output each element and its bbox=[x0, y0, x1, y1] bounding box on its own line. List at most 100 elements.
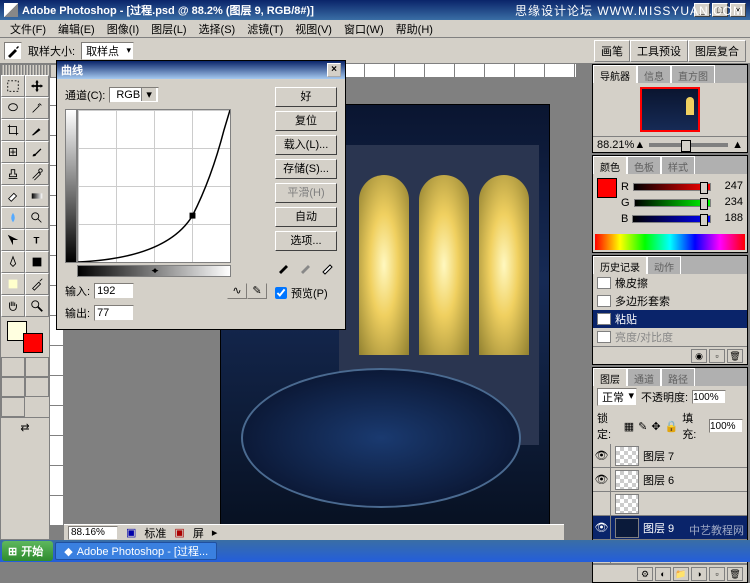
curves-output-field[interactable] bbox=[94, 305, 134, 321]
lock-all-icon[interactable]: 🔒 bbox=[665, 420, 679, 433]
visibility-icon[interactable]: 👁 bbox=[593, 516, 611, 539]
tab-info[interactable]: 信息 bbox=[637, 65, 671, 83]
tab-swatches[interactable]: 色板 bbox=[627, 156, 661, 174]
tab-channels[interactable]: 通道 bbox=[627, 368, 661, 386]
wand-tool[interactable] bbox=[25, 97, 49, 119]
screen-mode-toggle[interactable] bbox=[1, 377, 49, 417]
color-panel-swatch[interactable] bbox=[597, 178, 617, 198]
new-layer-icon[interactable]: ▫ bbox=[709, 567, 725, 581]
save-button[interactable]: 存储(S)... bbox=[275, 159, 337, 179]
eyedropper-tool[interactable] bbox=[25, 273, 49, 295]
layer-thumb[interactable] bbox=[615, 494, 639, 514]
dialog-close-button[interactable]: × bbox=[327, 63, 341, 77]
navigator-slider[interactable] bbox=[649, 143, 728, 147]
taskbar-app-button[interactable]: ◆ Adobe Photoshop - [过程... bbox=[55, 542, 217, 560]
pen-tool[interactable] bbox=[1, 251, 25, 273]
tab-actions[interactable]: 动作 bbox=[647, 256, 681, 274]
r-slider[interactable] bbox=[633, 183, 711, 191]
layer-thumb[interactable] bbox=[615, 470, 639, 490]
history-item[interactable]: 多边形套索 bbox=[593, 292, 747, 310]
well-layer-comps[interactable]: 图层复合 bbox=[688, 40, 746, 62]
layer-row[interactable] bbox=[593, 492, 747, 516]
black-point-dropper[interactable] bbox=[276, 259, 292, 275]
smooth-button[interactable]: 平滑(H) bbox=[275, 183, 337, 203]
zoom-input[interactable] bbox=[68, 526, 118, 540]
zoom-out-icon[interactable]: ▲ bbox=[634, 139, 645, 151]
type-tool[interactable]: T bbox=[25, 229, 49, 251]
trash-icon[interactable]: 🗑 bbox=[727, 567, 743, 581]
menu-edit[interactable]: 编辑(E) bbox=[52, 20, 101, 38]
menu-layer[interactable]: 图层(L) bbox=[145, 20, 192, 38]
eraser-tool[interactable] bbox=[1, 185, 25, 207]
shape-tool[interactable] bbox=[25, 251, 49, 273]
channel-dropdown[interactable]: RGB bbox=[109, 87, 159, 103]
gradient-tool[interactable] bbox=[25, 185, 49, 207]
history-item[interactable]: 橡皮擦 bbox=[593, 274, 747, 292]
lock-move-icon[interactable]: ✥ bbox=[651, 420, 660, 433]
input-gradient[interactable] bbox=[77, 265, 231, 277]
trash-icon[interactable]: 🗑 bbox=[727, 349, 743, 363]
crop-tool[interactable] bbox=[1, 119, 25, 141]
lock-paint-icon[interactable]: ✎ bbox=[638, 420, 647, 433]
toolbox-grip[interactable] bbox=[1, 65, 49, 75]
move-tool[interactable] bbox=[25, 75, 49, 97]
curve-point-tool[interactable]: ∿ bbox=[227, 283, 247, 299]
tab-navigator[interactable]: 导航器 bbox=[593, 65, 637, 83]
visibility-icon[interactable] bbox=[593, 492, 611, 515]
well-tool-presets[interactable]: 工具预设 bbox=[630, 40, 688, 62]
menu-file[interactable]: 文件(F) bbox=[4, 20, 52, 38]
visibility-icon[interactable]: 👁 bbox=[593, 444, 611, 467]
lock-trans-icon[interactable]: ▦ bbox=[624, 420, 634, 433]
load-button[interactable]: 载入(L)... bbox=[275, 135, 337, 155]
fx-icon[interactable]: ⚙ bbox=[637, 567, 653, 581]
layer-thumb[interactable] bbox=[615, 446, 639, 466]
layer-row[interactable]: 👁图层 7 bbox=[593, 444, 747, 468]
folder-icon[interactable]: 📁 bbox=[673, 567, 689, 581]
auto-button[interactable]: 自动 bbox=[275, 207, 337, 227]
visibility-icon[interactable]: 👁 bbox=[593, 468, 611, 491]
marquee-tool[interactable] bbox=[1, 75, 25, 97]
history-brush-tool[interactable] bbox=[25, 163, 49, 185]
tab-color[interactable]: 颜色 bbox=[593, 156, 627, 174]
new-snapshot-icon[interactable]: ◉ bbox=[691, 349, 707, 363]
hand-tool[interactable] bbox=[1, 295, 25, 317]
g-slider[interactable] bbox=[634, 199, 711, 207]
zoom-in-icon[interactable]: ▲ bbox=[732, 139, 743, 151]
white-point-dropper[interactable] bbox=[320, 259, 336, 275]
quick-mask-toggle[interactable] bbox=[1, 357, 49, 377]
slice-tool[interactable] bbox=[25, 119, 49, 141]
b-slider[interactable] bbox=[632, 215, 711, 223]
layer-thumb[interactable] bbox=[615, 518, 639, 538]
notes-tool[interactable] bbox=[1, 273, 25, 295]
navigator-thumbnail[interactable] bbox=[640, 87, 700, 132]
adjust-layer-icon[interactable]: ◑ bbox=[691, 567, 707, 581]
zoom-tool[interactable] bbox=[25, 295, 49, 317]
tab-histogram[interactable]: 直方图 bbox=[671, 65, 715, 83]
preview-checkbox[interactable] bbox=[275, 287, 287, 299]
tab-history[interactable]: 历史记录 bbox=[593, 256, 647, 274]
tab-styles[interactable]: 样式 bbox=[661, 156, 695, 174]
mask-icon[interactable]: ◐ bbox=[655, 567, 671, 581]
curve-pencil-tool[interactable]: ✎ bbox=[247, 283, 267, 299]
menu-select[interactable]: 选择(S) bbox=[193, 20, 242, 38]
curve-graph[interactable] bbox=[77, 109, 231, 263]
new-doc-icon[interactable]: ▫ bbox=[709, 349, 725, 363]
history-item[interactable]: 粘贴 bbox=[593, 310, 747, 328]
start-button[interactable]: ⊞ 开始 bbox=[2, 541, 53, 561]
stamp-tool[interactable] bbox=[1, 163, 25, 185]
dialog-titlebar[interactable]: 曲线 × bbox=[57, 61, 345, 79]
options-button[interactable]: 选项... bbox=[275, 231, 337, 251]
brush-tool[interactable] bbox=[25, 141, 49, 163]
path-tool[interactable] bbox=[1, 229, 25, 251]
blend-mode-dropdown[interactable]: 正常 bbox=[597, 388, 637, 406]
opacity-input[interactable] bbox=[692, 390, 726, 404]
sample-size-dropdown[interactable]: 取样点 bbox=[81, 42, 134, 60]
layer-row[interactable]: 👁图层 6 bbox=[593, 468, 747, 492]
tab-paths[interactable]: 路径 bbox=[661, 368, 695, 386]
ok-button[interactable]: 好 bbox=[275, 87, 337, 107]
tool-preset-icon[interactable] bbox=[4, 42, 22, 60]
fill-input[interactable] bbox=[709, 419, 743, 433]
menu-window[interactable]: 窗口(W) bbox=[338, 20, 390, 38]
color-swatches[interactable] bbox=[5, 321, 45, 353]
curves-input-field[interactable] bbox=[94, 283, 134, 299]
